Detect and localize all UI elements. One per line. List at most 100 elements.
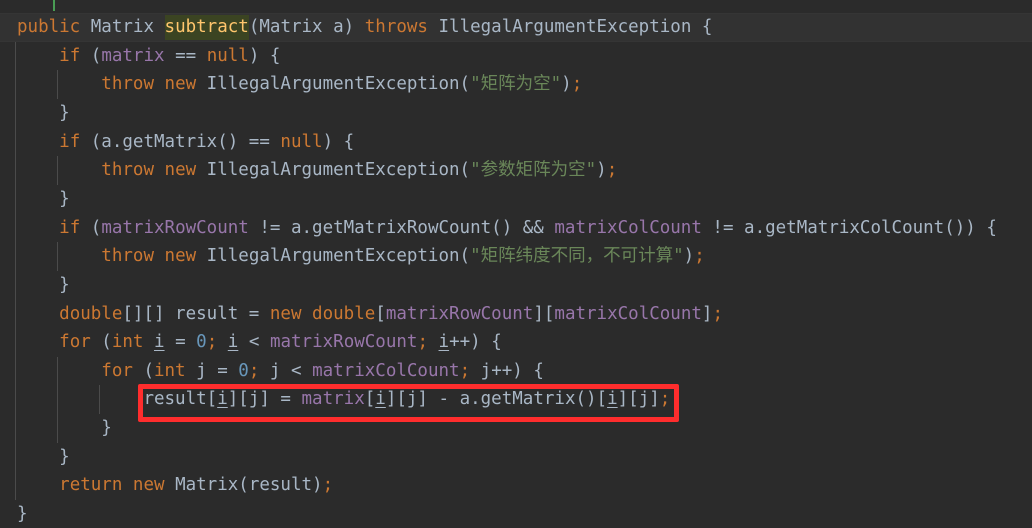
code-token: IllegalArgumentException( <box>196 246 471 267</box>
code-token: i <box>438 332 450 353</box>
code-token: ][ <box>533 303 555 324</box>
code-token: ; <box>571 74 583 95</box>
code-token: } <box>59 188 70 209</box>
code-token: null <box>206 45 249 66</box>
code-token: 0 <box>196 332 207 353</box>
code-token: Matrix(result) <box>164 475 323 496</box>
code-line[interactable]: } <box>0 500 1032 528</box>
code-line[interactable]: } <box>0 414 1032 443</box>
code-line[interactable]: throw new IllegalArgumentException("参数矩阵… <box>0 156 1032 185</box>
code-token: if <box>59 217 81 238</box>
code-token: ( <box>90 332 112 353</box>
code-token: throw <box>101 160 154 181</box>
code-token: new <box>132 475 165 496</box>
code-line[interactable]: result[i][j] = matrix[i][j] - a.getMatri… <box>0 385 1032 414</box>
code-token: ; <box>606 160 618 181</box>
code-token: "矩阵为空" <box>470 74 562 95</box>
code-token: new <box>164 160 197 181</box>
code-token: throws <box>364 17 428 37</box>
code-token: for <box>59 332 91 353</box>
code-token: } <box>59 274 70 295</box>
code-token: } <box>59 102 70 123</box>
code-line[interactable]: if (a.getMatrix() == null) { <box>0 128 1032 157</box>
code-editor[interactable]: public Matrix subtract(Matrix a) throws … <box>0 0 1032 528</box>
code-token: ; <box>322 475 334 496</box>
code-token: ; <box>206 332 228 353</box>
code-token: ) <box>596 160 607 181</box>
code-token: matrix <box>101 45 165 66</box>
code-token: IllegalArgumentException( <box>196 74 471 95</box>
code-token: for <box>101 360 133 381</box>
code-line[interactable]: if (matrix == null) { <box>0 42 1032 71</box>
code-line[interactable]: for (int j = 0; j < matrixColCount; j++)… <box>0 357 1032 386</box>
code-token: [][] result = <box>122 303 270 324</box>
code-line[interactable]: } <box>0 443 1032 472</box>
code-token: ; <box>659 389 671 410</box>
code-token: [ <box>364 389 376 410</box>
code-line[interactable]: public Matrix subtract(Matrix a) throws … <box>0 13 1032 42</box>
code-token: IllegalArgumentException( <box>196 160 471 181</box>
code-token: new <box>164 246 197 267</box>
code-token: i <box>154 332 165 353</box>
code-token: Matrix <box>259 17 323 37</box>
code-token: ][j] = <box>227 389 302 410</box>
code-token: if <box>59 45 81 66</box>
code-token: j++) { <box>470 360 544 381</box>
code-token: if <box>59 131 81 152</box>
code-token: ) <box>561 74 572 95</box>
code-token: ; <box>712 303 724 324</box>
code-token: [ <box>375 303 386 324</box>
code-token: ) { <box>248 45 281 66</box>
code-token: (a.getMatrix() == <box>80 131 281 152</box>
code-token: ( <box>132 360 154 381</box>
code-line[interactable]: } <box>0 185 1032 214</box>
code-token: Matrix <box>90 17 154 37</box>
code-line[interactable]: return new Matrix(result); <box>0 471 1032 500</box>
code-token: ; <box>694 246 705 267</box>
code-token: matrix <box>301 389 365 410</box>
code-line[interactable]: if (matrixRowCount != a.getMatrixRowCoun… <box>0 214 1032 243</box>
code-line[interactable]: double[][] result = new double[matrixRow… <box>0 300 1032 329</box>
code-token: matrixRowCount <box>269 332 418 353</box>
code-token: } <box>17 504 28 525</box>
code-token: matrixColCount <box>312 360 460 381</box>
code-token: matrixColCount <box>554 217 702 238</box>
code-line[interactable]: } <box>0 99 1032 128</box>
code-token: ; <box>459 360 471 381</box>
code-line[interactable]: throw new IllegalArgumentException("矩阵纬度… <box>0 242 1032 271</box>
code-token: } <box>59 446 70 467</box>
code-token: ; <box>248 360 270 381</box>
code-line[interactable]: throw new IllegalArgumentException("矩阵为空… <box>0 70 1032 99</box>
code-token: != a.getMatrixRowCount() && <box>248 217 555 238</box>
code-token: matrixRowCount <box>385 303 534 324</box>
code-token: new <box>164 74 197 95</box>
code-token: < <box>238 332 270 353</box>
code-token: } <box>101 418 112 439</box>
editor-top-sliver <box>0 0 1032 14</box>
code-token: return <box>59 475 123 496</box>
code-token: ( <box>80 217 102 238</box>
code-token: ) <box>683 246 695 267</box>
code-token: int <box>111 332 144 353</box>
code-token: 0 <box>238 360 249 381</box>
code-line[interactable]: } <box>0 271 1032 300</box>
code-token: double <box>59 303 123 324</box>
code-token: ++) { <box>449 332 502 353</box>
code-token: result[ <box>143 389 218 410</box>
code-line[interactable]: for (int i = 0; i < matrixRowCount; i++)… <box>0 328 1032 357</box>
code-token: double <box>312 303 376 324</box>
